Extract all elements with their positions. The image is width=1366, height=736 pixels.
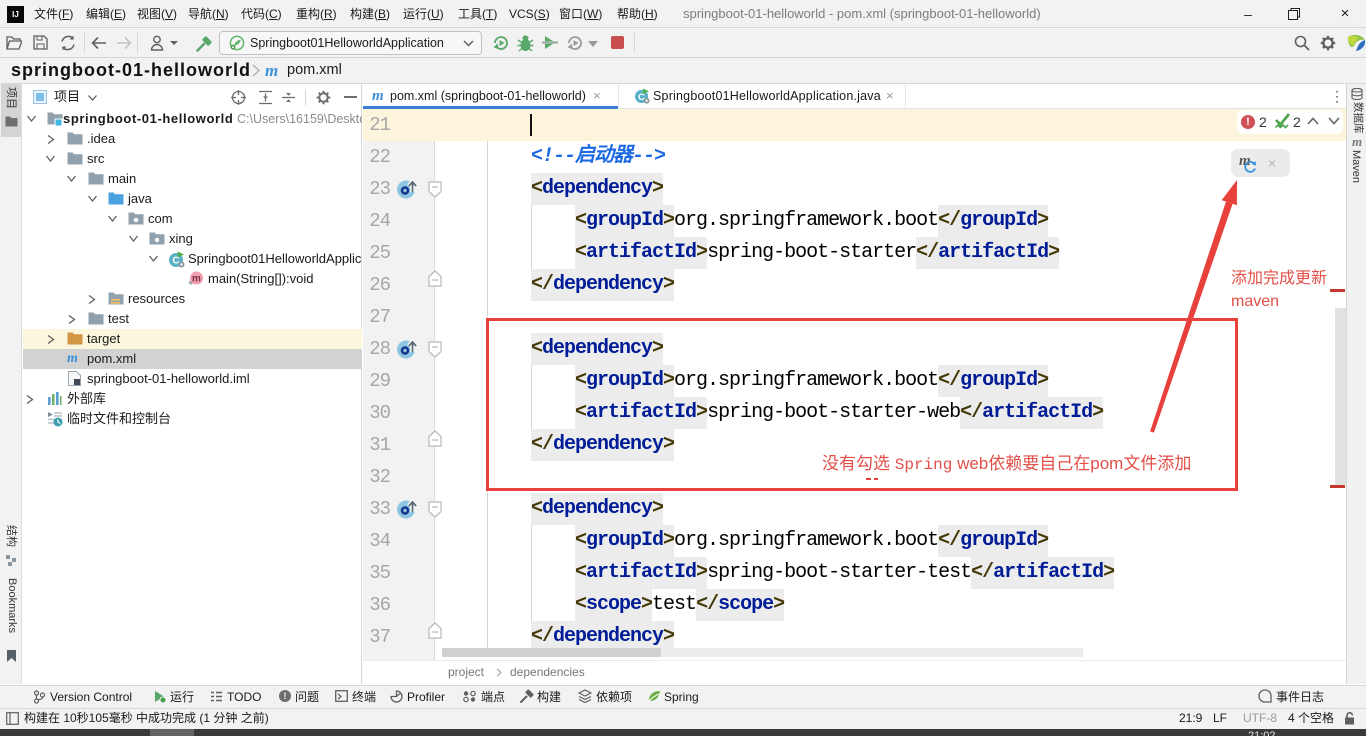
svg-text:m: m — [192, 274, 201, 285]
